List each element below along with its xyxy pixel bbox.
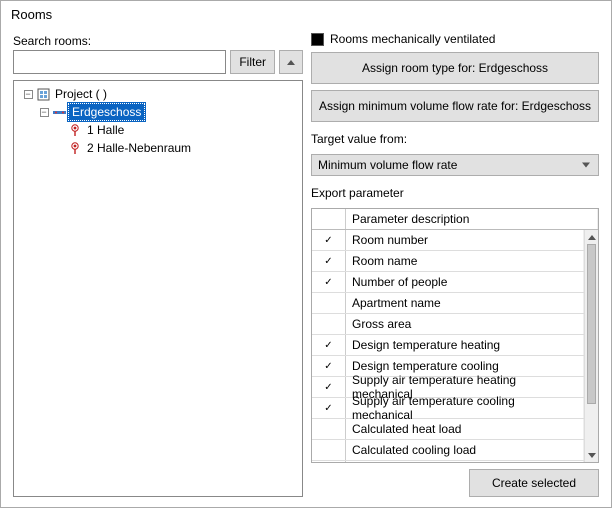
row-check-cell[interactable] — [312, 440, 346, 460]
table-header-row: Parameter description — [312, 209, 598, 230]
floor-icon — [52, 105, 66, 119]
check-icon: ✓ — [324, 235, 332, 246]
mech-vent-row[interactable]: Rooms mechanically ventilated — [311, 32, 599, 46]
row-check-cell[interactable]: ✓ — [312, 335, 346, 355]
export-parameter-label: Export parameter — [311, 186, 599, 200]
window-title: Rooms — [1, 1, 611, 30]
scrollbar[interactable] — [584, 230, 598, 462]
content-area: Search rooms: Filter − Project ( ) — [1, 30, 611, 507]
table-row[interactable]: Gross area — [312, 314, 584, 335]
room-tree[interactable]: − Project ( ) − Erdgeschoss — [13, 80, 303, 497]
left-panel: Search rooms: Filter − Project ( ) — [13, 30, 303, 497]
table-row[interactable]: Apartment name — [312, 293, 584, 314]
export-table: Parameter description ✓ Room number ✓ Room … — [311, 208, 599, 463]
row-desc: Minimum volume flow — [346, 461, 584, 462]
row-check-cell[interactable] — [312, 419, 346, 439]
row-check-cell[interactable]: ✓ — [312, 251, 346, 271]
check-icon: ✓ — [324, 340, 332, 351]
table-row[interactable]: ✓ Supply air temperature cooling mechanic… — [312, 398, 584, 419]
row-check-cell[interactable]: ✓ — [312, 356, 346, 376]
row-desc: Apartment name — [346, 293, 584, 313]
chevron-up-icon — [287, 60, 295, 65]
table-header-check — [312, 209, 346, 229]
row-desc: Calculated cooling load — [346, 440, 584, 460]
tree-room-label: 2 Halle-Nebenraum — [84, 140, 194, 156]
check-icon: ✓ — [324, 361, 332, 372]
row-check-cell[interactable] — [312, 293, 346, 313]
rooms-window: Rooms Search rooms: Filter − Project — [0, 0, 612, 508]
search-input[interactable] — [13, 50, 226, 74]
table-row[interactable]: Calculated cooling load — [312, 440, 584, 461]
tree-room[interactable]: 2 Halle-Nebenraum — [16, 139, 300, 157]
search-row: Filter — [13, 50, 303, 74]
scroll-down-icon[interactable] — [585, 448, 598, 462]
check-icon: ✓ — [324, 403, 332, 414]
table-body: ✓ Room number ✓ Room name ✓ Number of peopleA… — [312, 230, 598, 462]
check-icon: ✓ — [324, 382, 332, 393]
row-desc: Calculated heat load — [346, 419, 584, 439]
table-row[interactable]: Calculated heat load — [312, 419, 584, 440]
table-row[interactable]: ✓ Room number — [312, 230, 584, 251]
right-panel: Rooms mechanically ventilated Assign roo… — [311, 30, 599, 497]
table-row[interactable]: ✓ Design temperature heating — [312, 335, 584, 356]
checkbox-icon[interactable] — [311, 33, 324, 46]
tree-root[interactable]: − Project ( ) — [16, 85, 300, 103]
tree-floor[interactable]: − Erdgeschoss — [16, 103, 300, 121]
table-row[interactable]: ✓ Room name — [312, 251, 584, 272]
row-desc: Gross area — [346, 314, 584, 334]
check-icon: ✓ — [324, 256, 332, 267]
search-label: Search rooms: — [13, 34, 303, 48]
check-icon: ✓ — [324, 277, 332, 288]
pin-icon — [68, 141, 82, 155]
collapse-search-button[interactable] — [279, 50, 303, 74]
row-check-cell[interactable]: ✓ — [312, 377, 346, 397]
row-check-cell[interactable]: ✓ — [312, 230, 346, 250]
row-desc: Room name — [346, 251, 584, 271]
create-selected-button[interactable]: Create selected — [469, 469, 599, 497]
row-desc: Room number — [346, 230, 584, 250]
mech-vent-label: Rooms mechanically ventilated — [330, 32, 495, 46]
filter-button[interactable]: Filter — [230, 50, 275, 74]
dropdown-value: Minimum volume flow rate — [318, 158, 457, 172]
row-check-cell[interactable] — [312, 314, 346, 334]
target-value-label: Target value from: — [311, 132, 599, 146]
assign-room-type-button[interactable]: Assign room type for: Erdgeschoss — [311, 52, 599, 84]
row-desc: Supply air temperature cooling mechanica… — [346, 398, 584, 418]
tree-room[interactable]: 1 Halle — [16, 121, 300, 139]
row-check-cell[interactable]: ✓ — [312, 398, 346, 418]
collapse-icon[interactable]: − — [40, 108, 49, 117]
scroll-up-icon[interactable] — [585, 230, 598, 244]
row-check-cell[interactable]: ✓ — [312, 272, 346, 292]
target-value-dropdown[interactable]: Minimum volume flow rate — [311, 154, 599, 176]
assign-min-flow-button[interactable]: Assign minimum volume flow rate for: Erd… — [311, 90, 599, 122]
table-row[interactable]: ✓ Number of people — [312, 272, 584, 293]
tree-root-label: Project ( ) — [52, 86, 110, 102]
collapse-icon[interactable]: − — [24, 90, 33, 99]
row-desc: Number of people — [346, 272, 584, 292]
tree-floor-label: Erdgeschoss — [68, 103, 145, 121]
pin-icon — [68, 123, 82, 137]
table-header-desc: Parameter description — [346, 209, 598, 229]
table-row[interactable]: Minimum volume flow — [312, 461, 584, 462]
row-check-cell[interactable] — [312, 461, 346, 462]
project-icon — [36, 87, 50, 101]
row-desc: Design temperature heating — [346, 335, 584, 355]
tree-room-label: 1 Halle — [84, 122, 127, 138]
scroll-thumb[interactable] — [587, 244, 596, 404]
